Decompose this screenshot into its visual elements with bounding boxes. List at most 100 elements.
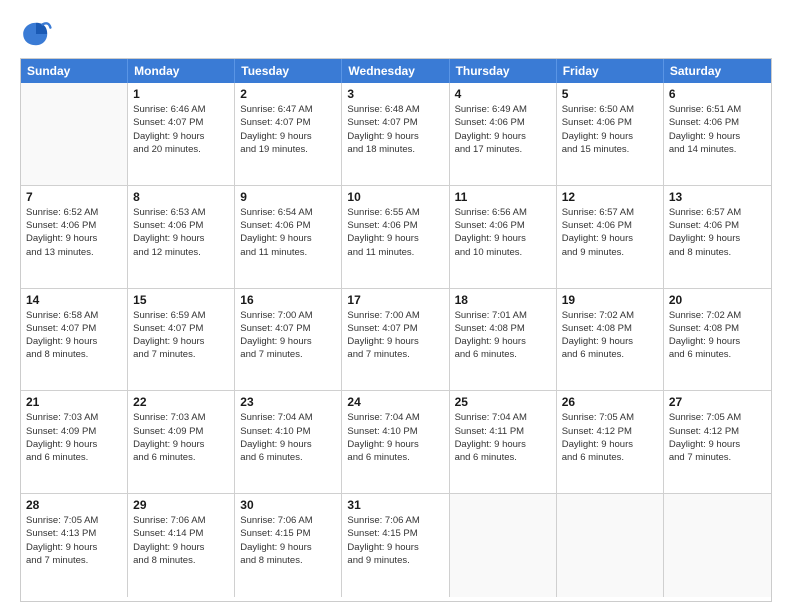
calendar: SundayMondayTuesdayWednesdayThursdayFrid… xyxy=(20,58,772,602)
day-info: Sunrise: 6:59 AM Sunset: 4:07 PM Dayligh… xyxy=(133,309,229,362)
day-number: 7 xyxy=(26,190,122,204)
day-number: 29 xyxy=(133,498,229,512)
day-info: Sunrise: 6:58 AM Sunset: 4:07 PM Dayligh… xyxy=(26,309,122,362)
weekday-header: Saturday xyxy=(664,59,771,83)
day-number: 5 xyxy=(562,87,658,101)
day-number: 28 xyxy=(26,498,122,512)
day-info: Sunrise: 7:06 AM Sunset: 4:14 PM Dayligh… xyxy=(133,514,229,567)
day-info: Sunrise: 7:02 AM Sunset: 4:08 PM Dayligh… xyxy=(669,309,766,362)
day-info: Sunrise: 6:56 AM Sunset: 4:06 PM Dayligh… xyxy=(455,206,551,259)
calendar-cell: 5 Sunrise: 6:50 AM Sunset: 4:06 PM Daylig… xyxy=(557,83,664,186)
day-info: Sunrise: 7:03 AM Sunset: 4:09 PM Dayligh… xyxy=(26,411,122,464)
day-info: Sunrise: 7:04 AM Sunset: 4:10 PM Dayligh… xyxy=(347,411,443,464)
day-number: 21 xyxy=(26,395,122,409)
calendar-cell: 16Sunrise: 7:00 AM Sunset: 4:07 PM Dayli… xyxy=(235,289,342,392)
day-number: 27 xyxy=(669,395,766,409)
weekday-header: Tuesday xyxy=(235,59,342,83)
calendar-cell: 1 Sunrise: 6:46 AM Sunset: 4:07 PM Daylig… xyxy=(128,83,235,186)
day-number: 14 xyxy=(26,293,122,307)
day-number: 10 xyxy=(347,190,443,204)
day-number: 31 xyxy=(347,498,443,512)
calendar-cell: 27Sunrise: 7:05 AM Sunset: 4:12 PM Dayli… xyxy=(664,391,771,494)
calendar-cell: 28 Sunrise: 7:05 AM Sunset: 4:13 PM Dayli… xyxy=(21,494,128,597)
day-info: Sunrise: 6:52 AM Sunset: 4:06 PM Dayligh… xyxy=(26,206,122,259)
calendar-cell: 19Sunrise: 7:02 AM Sunset: 4:08 PM Dayli… xyxy=(557,289,664,392)
day-info: Sunrise: 7:04 AM Sunset: 4:11 PM Dayligh… xyxy=(455,411,551,464)
calendar-cell: 11Sunrise: 6:56 AM Sunset: 4:06 PM Dayli… xyxy=(450,186,557,289)
day-number: 26 xyxy=(562,395,658,409)
day-number: 17 xyxy=(347,293,443,307)
day-number: 24 xyxy=(347,395,443,409)
calendar-header: SundayMondayTuesdayWednesdayThursdayFrid… xyxy=(21,59,771,83)
day-number: 13 xyxy=(669,190,766,204)
day-number: 12 xyxy=(562,190,658,204)
day-number: 6 xyxy=(669,87,766,101)
calendar-cell: 12 Sunrise: 6:57 AM Sunset: 4:06 PM Dayli… xyxy=(557,186,664,289)
day-number: 22 xyxy=(133,395,229,409)
calendar-cell: 31 Sunrise: 7:06 AM Sunset: 4:15 PM Dayli… xyxy=(342,494,449,597)
day-info: Sunrise: 6:51 AM Sunset: 4:06 PM Dayligh… xyxy=(669,103,766,156)
day-info: Sunrise: 7:00 AM Sunset: 4:07 PM Dayligh… xyxy=(347,309,443,362)
day-number: 25 xyxy=(455,395,551,409)
day-info: Sunrise: 7:05 AM Sunset: 4:13 PM Dayligh… xyxy=(26,514,122,567)
calendar-cell: 2 Sunrise: 6:47 AM Sunset: 4:07 PM Daylig… xyxy=(235,83,342,186)
calendar-cell: 4 Sunrise: 6:49 AM Sunset: 4:06 PM Daylig… xyxy=(450,83,557,186)
calendar-cell: 24 Sunrise: 7:04 AM Sunset: 4:10 PM Dayli… xyxy=(342,391,449,494)
calendar-cell: 25 Sunrise: 7:04 AM Sunset: 4:11 PM Dayli… xyxy=(450,391,557,494)
day-info: Sunrise: 7:05 AM Sunset: 4:12 PM Dayligh… xyxy=(562,411,658,464)
day-info: Sunrise: 6:49 AM Sunset: 4:06 PM Dayligh… xyxy=(455,103,551,156)
calendar-body: 1 Sunrise: 6:46 AM Sunset: 4:07 PM Daylig… xyxy=(21,83,771,597)
day-number: 23 xyxy=(240,395,336,409)
calendar-cell xyxy=(21,83,128,186)
day-info: Sunrise: 6:48 AM Sunset: 4:07 PM Dayligh… xyxy=(347,103,443,156)
calendar-cell: 26 Sunrise: 7:05 AM Sunset: 4:12 PM Dayli… xyxy=(557,391,664,494)
calendar-cell: 14 Sunrise: 6:58 AM Sunset: 4:07 PM Dayli… xyxy=(21,289,128,392)
page: SundayMondayTuesdayWednesdayThursdayFrid… xyxy=(0,0,792,612)
calendar-cell: 7 Sunrise: 6:52 AM Sunset: 4:06 PM Daylig… xyxy=(21,186,128,289)
calendar-cell: 9 Sunrise: 6:54 AM Sunset: 4:06 PM Daylig… xyxy=(235,186,342,289)
calendar-cell: 3 Sunrise: 6:48 AM Sunset: 4:07 PM Daylig… xyxy=(342,83,449,186)
calendar-cell: 13Sunrise: 6:57 AM Sunset: 4:06 PM Dayli… xyxy=(664,186,771,289)
calendar-cell xyxy=(557,494,664,597)
day-info: Sunrise: 6:53 AM Sunset: 4:06 PM Dayligh… xyxy=(133,206,229,259)
day-info: Sunrise: 6:57 AM Sunset: 4:06 PM Dayligh… xyxy=(562,206,658,259)
logo xyxy=(20,18,58,50)
calendar-cell: 6 Sunrise: 6:51 AM Sunset: 4:06 PM Daylig… xyxy=(664,83,771,186)
day-number: 15 xyxy=(133,293,229,307)
calendar-cell: 23 Sunrise: 7:04 AM Sunset: 4:10 PM Dayli… xyxy=(235,391,342,494)
weekday-header: Sunday xyxy=(21,59,128,83)
calendar-cell: 20Sunrise: 7:02 AM Sunset: 4:08 PM Dayli… xyxy=(664,289,771,392)
calendar-cell: 8 Sunrise: 6:53 AM Sunset: 4:06 PM Daylig… xyxy=(128,186,235,289)
logo-icon xyxy=(20,18,52,50)
day-number: 4 xyxy=(455,87,551,101)
calendar-cell: 15 Sunrise: 6:59 AM Sunset: 4:07 PM Dayli… xyxy=(128,289,235,392)
day-info: Sunrise: 6:46 AM Sunset: 4:07 PM Dayligh… xyxy=(133,103,229,156)
calendar-cell: 30Sunrise: 7:06 AM Sunset: 4:15 PM Dayli… xyxy=(235,494,342,597)
day-info: Sunrise: 6:55 AM Sunset: 4:06 PM Dayligh… xyxy=(347,206,443,259)
day-info: Sunrise: 6:47 AM Sunset: 4:07 PM Dayligh… xyxy=(240,103,336,156)
day-number: 3 xyxy=(347,87,443,101)
calendar-cell: 10 Sunrise: 6:55 AM Sunset: 4:06 PM Dayli… xyxy=(342,186,449,289)
weekday-header: Wednesday xyxy=(342,59,449,83)
weekday-header: Thursday xyxy=(450,59,557,83)
day-info: Sunrise: 7:03 AM Sunset: 4:09 PM Dayligh… xyxy=(133,411,229,464)
day-number: 9 xyxy=(240,190,336,204)
day-number: 1 xyxy=(133,87,229,101)
day-number: 8 xyxy=(133,190,229,204)
day-info: Sunrise: 6:50 AM Sunset: 4:06 PM Dayligh… xyxy=(562,103,658,156)
day-info: Sunrise: 7:02 AM Sunset: 4:08 PM Dayligh… xyxy=(562,309,658,362)
header xyxy=(20,18,772,50)
weekday-header: Monday xyxy=(128,59,235,83)
day-info: Sunrise: 7:06 AM Sunset: 4:15 PM Dayligh… xyxy=(347,514,443,567)
calendar-cell xyxy=(450,494,557,597)
calendar-cell: 29 Sunrise: 7:06 AM Sunset: 4:14 PM Dayli… xyxy=(128,494,235,597)
calendar-cell: 17 Sunrise: 7:00 AM Sunset: 4:07 PM Dayli… xyxy=(342,289,449,392)
day-number: 18 xyxy=(455,293,551,307)
day-info: Sunrise: 7:04 AM Sunset: 4:10 PM Dayligh… xyxy=(240,411,336,464)
calendar-cell: 18 Sunrise: 7:01 AM Sunset: 4:08 PM Dayli… xyxy=(450,289,557,392)
calendar-cell: 21 Sunrise: 7:03 AM Sunset: 4:09 PM Dayli… xyxy=(21,391,128,494)
day-info: Sunrise: 6:54 AM Sunset: 4:06 PM Dayligh… xyxy=(240,206,336,259)
day-info: Sunrise: 7:01 AM Sunset: 4:08 PM Dayligh… xyxy=(455,309,551,362)
day-number: 2 xyxy=(240,87,336,101)
calendar-cell xyxy=(664,494,771,597)
